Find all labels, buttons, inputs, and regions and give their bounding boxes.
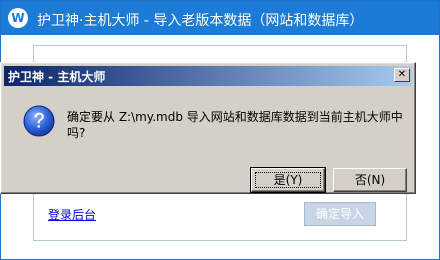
yes-button[interactable]: 是(Y): [250, 167, 326, 193]
dialog-message: 确定要从 Z:\my.mdb 导入网站和数据库数据到当前主机大师中吗?: [67, 110, 403, 140]
question-icon: [23, 105, 55, 137]
login-admin-link[interactable]: 登录后台: [48, 206, 96, 223]
focus-rect: [255, 172, 321, 188]
app-logo-icon: W: [8, 8, 28, 28]
dialog-titlebar[interactable]: 护卫神 - 主机大师 ✕: [4, 66, 412, 86]
dialog-title: 护卫神 - 主机大师: [8, 70, 106, 84]
confirm-import-button[interactable]: 确定导入: [304, 202, 376, 226]
close-button[interactable]: ✕: [394, 68, 410, 82]
close-icon: ✕: [397, 69, 407, 80]
no-button-label: 否(N): [354, 173, 386, 187]
confirm-dialog: 护卫神 - 主机大师 ✕ 确定要从 Z:\my.mdb 导入网站和数据库数据到当…: [0, 62, 416, 194]
no-button[interactable]: 否(N): [333, 168, 407, 192]
main-titlebar[interactable]: W 护卫神·主机大师 - 导入老版本数据（网站和数据库）: [1, 1, 439, 35]
main-window-title: 护卫神·主机大师 - 导入老版本数据（网站和数据库）: [37, 13, 364, 29]
